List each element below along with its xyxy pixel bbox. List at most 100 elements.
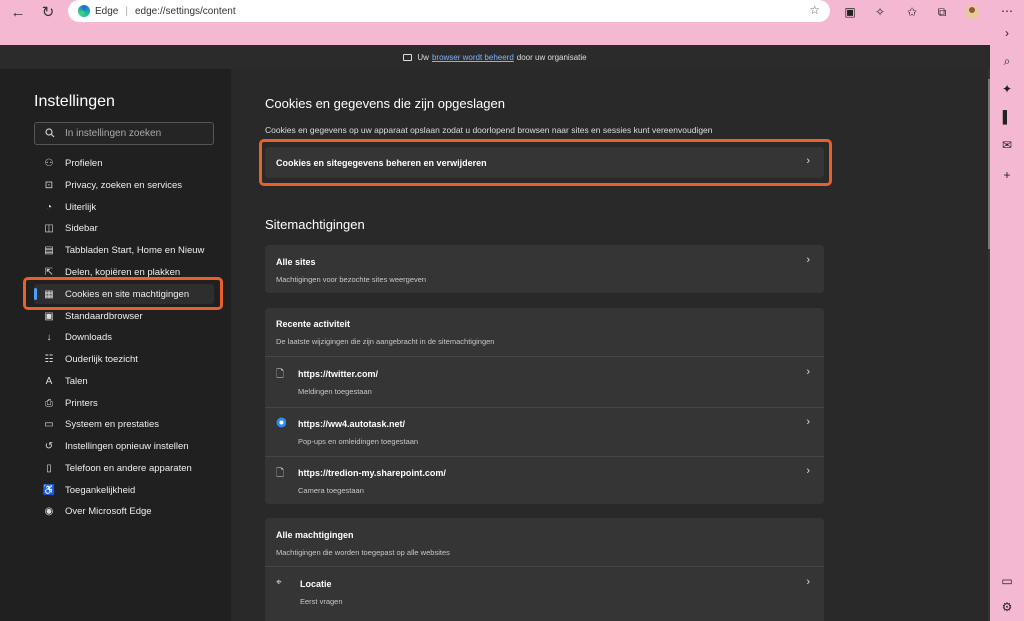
printer-icon: ⎙ <box>45 397 53 409</box>
address-bar[interactable]: Edge | edge://settings/content ☆ <box>68 0 830 22</box>
search-placeholder: In instellingen zoeken <box>65 128 162 139</box>
recent-title: Recente activiteit <box>276 319 351 329</box>
puzzle-icon[interactable]: ✧ <box>870 2 890 22</box>
outlook-icon[interactable]: ✉ <box>998 136 1016 154</box>
settings-content: Cookies en gegevens die zijn opgeslagen … <box>231 69 988 621</box>
all-sites-desc: Machtigingen voor bezochte sites weergev… <box>276 275 427 284</box>
banner-prefix: Uw <box>417 52 429 62</box>
managed-banner: Uw browser wordt beheerd door uw organis… <box>0 45 990 69</box>
site-url: https://ww4.autotask.net/ <box>298 419 406 429</box>
recent-activity-card: Recente activiteit De laatste wijziginge… <box>265 308 824 504</box>
site-detail: Meldingen toegestaan <box>298 387 372 396</box>
permission-location-row[interactable]: ⌖ Locatie Eerst vragen › <box>265 567 824 617</box>
refresh-icon[interactable]: ↻ <box>38 2 58 22</box>
settings-sidebar: Instellingen In instellingen zoeken ⚇ Pro… <box>0 69 231 621</box>
palette-icon: ◔ <box>45 201 53 213</box>
office-icon[interactable]: ▌ <box>998 108 1016 126</box>
back-arrow-icon[interactable]: ← <box>8 2 28 22</box>
sparkle-icon[interactable]: ✦ <box>998 80 1016 98</box>
page-icon: 🗋 <box>276 468 285 479</box>
autotask-icon <box>276 417 286 428</box>
banner-suffix: door uw organisatie <box>516 52 587 62</box>
person-icon: ⚇ <box>44 157 54 169</box>
settings-search-input[interactable]: In instellingen zoeken <box>34 122 214 145</box>
collections-icon[interactable]: ⧉ <box>932 2 952 22</box>
extension-icon[interactable]: ▣ <box>840 2 860 22</box>
all-sites-row[interactable]: Alle sites Machtigingen voor bezochte si… <box>265 245 824 293</box>
recent-desc: De laatste wijzigingen die zijn aangebra… <box>276 337 495 346</box>
all-permissions-title: Alle machtigingen <box>276 530 354 540</box>
sidebar-item-tabbladen[interactable]: ▤ Tabbladen Start, Home en Nieuw <box>34 240 214 260</box>
chevron-right-icon: › <box>806 254 810 266</box>
briefcase-icon <box>403 53 413 61</box>
all-permissions-card: Alle machtigingen Machtigingen die worde… <box>265 518 824 621</box>
managed-link[interactable]: browser wordt beheerd <box>432 53 514 62</box>
scrollbar-thumb[interactable] <box>988 79 990 249</box>
sidebar-item-label: Talen <box>65 375 88 387</box>
recent-site-row[interactable]: 🗋 https://twitter.com/ Meldingen toegest… <box>265 357 824 406</box>
add-icon[interactable]: + <box>998 166 1016 184</box>
sidebar-item-systeem[interactable]: ▭ Systeem en prestaties <box>34 414 214 434</box>
sidebar-item-profielen[interactable]: ⚇ Profielen <box>34 153 214 173</box>
reset-icon: ↺ <box>44 440 54 452</box>
settings-gear-icon[interactable]: ⚙ <box>998 598 1016 616</box>
sidebar-item-toegankelijkheid[interactable]: ♿ Toegankelijkheid <box>34 480 214 500</box>
sidebar-item-sidebar[interactable]: ◫ Sidebar <box>34 218 214 238</box>
recent-site-row[interactable]: https://ww4.autotask.net/ Pop-ups en oml… <box>265 407 824 456</box>
chevron-right-icon: › <box>806 416 810 428</box>
search-icon[interactable]: ⌕ <box>998 52 1016 70</box>
sidebar-icon: ◫ <box>44 222 54 234</box>
sidebar-item-ouderlijk[interactable]: ☷ Ouderlijk toezicht <box>34 349 214 369</box>
location-title: Locatie <box>300 579 332 589</box>
sidebar-item-downloads[interactable]: ↓ Downloads <box>34 327 214 347</box>
sidebar-item-over-edge[interactable]: ◉ Over Microsoft Edge <box>34 501 214 521</box>
profile-avatar[interactable] <box>962 2 982 22</box>
sidebar-item-talen[interactable]: A Talen <box>34 371 214 391</box>
laptop-icon: ▭ <box>44 418 54 430</box>
phone-icon: ▯ <box>46 462 52 474</box>
sidebar-item-label: Tabbladen Start, Home en Nieuw <box>65 244 205 256</box>
home-icon: ▤ <box>44 244 54 256</box>
recent-site-row[interactable]: 🗋 https://tredion-my.sharepoint.com/ Cam… <box>265 456 824 504</box>
sidebar-item-telefoon[interactable]: ▯ Telefoon en andere apparaten <box>34 458 214 478</box>
favorite-star-icon[interactable]: ☆ <box>809 3 820 17</box>
scrollbar[interactable] <box>988 69 990 621</box>
more-menu-icon[interactable]: ⋯ <box>998 2 1016 20</box>
browser-brand: Edge <box>95 5 119 17</box>
sidebar-item-label: Profielen <box>65 157 103 169</box>
chevron-right-icon: › <box>806 576 810 588</box>
permissions-heading: Sitemachtigingen <box>265 217 365 232</box>
sidebar-item-privacy[interactable]: ⊡ Privacy, zoeken en services <box>34 175 214 195</box>
browser-toolbar: ← ↻ Edge | edge://settings/content ☆ ▣ ✧… <box>0 0 990 45</box>
language-icon: A <box>45 375 53 387</box>
highlight-box <box>23 277 223 310</box>
location-pin-icon: ⌖ <box>276 577 282 588</box>
site-detail: Pop-ups en omleidingen toegestaan <box>298 437 419 446</box>
download-icon: ↓ <box>46 331 52 343</box>
sidebar-item-label: Sidebar <box>65 222 98 234</box>
sidebar-item-reset[interactable]: ↺ Instellingen opnieuw instellen <box>34 436 214 456</box>
page-icon: 🗋 <box>276 369 285 380</box>
sidebar-item-label: Telefoon en andere apparaten <box>65 462 192 474</box>
all-sites-title: Alle sites <box>276 257 316 267</box>
all-permissions-desc: Machtigingen die worden toegepast op all… <box>276 548 450 557</box>
sidebar-item-label: Over Microsoft Edge <box>65 505 152 517</box>
sidebar-item-label: Printers <box>65 397 98 409</box>
favorites-icon[interactable]: ✩ <box>902 2 922 22</box>
search-icon <box>45 128 55 138</box>
edge-side-panel: ⋯ › ⌕ ✦ ▌ ✉ + ▭ ⚙ <box>990 0 1024 621</box>
edge-icon: ◉ <box>44 505 54 517</box>
sidebar-item-label: Delen, kopiëren en plakken <box>65 266 181 278</box>
sidebar-item-printers[interactable]: ⎙ Printers <box>34 393 214 413</box>
sidebar-item-label: Instellingen opnieuw instellen <box>65 440 189 452</box>
address-separator: | <box>125 5 128 17</box>
highlight-box <box>259 139 832 186</box>
screen-icon[interactable]: ▭ <box>998 572 1016 590</box>
sidebar-item-label: Systeem en prestaties <box>65 418 159 430</box>
sidebar-item-label: Standaardbrowser <box>65 310 143 322</box>
edge-logo-icon <box>78 5 90 17</box>
sidebar-item-uiterlijk[interactable]: ◔ Uiterlijk <box>34 197 214 217</box>
chevron-right-icon: › <box>806 465 810 477</box>
chevron-right-icon[interactable]: › <box>998 24 1016 42</box>
chevron-right-icon: › <box>806 366 810 378</box>
